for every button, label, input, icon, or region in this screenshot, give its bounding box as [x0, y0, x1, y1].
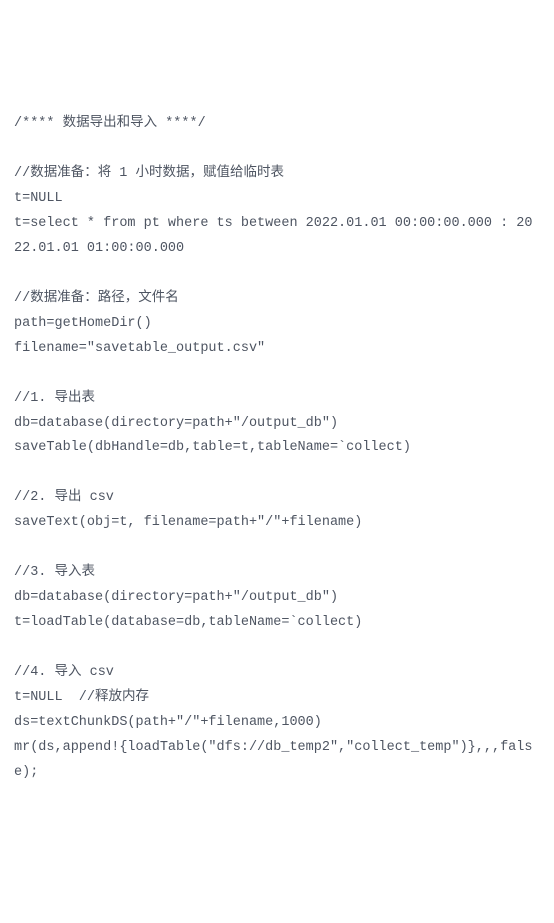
- code-block: /**** 数据导出和导入 ****/ //数据准备：将 1 小时数据，赋值给临…: [14, 112, 540, 786]
